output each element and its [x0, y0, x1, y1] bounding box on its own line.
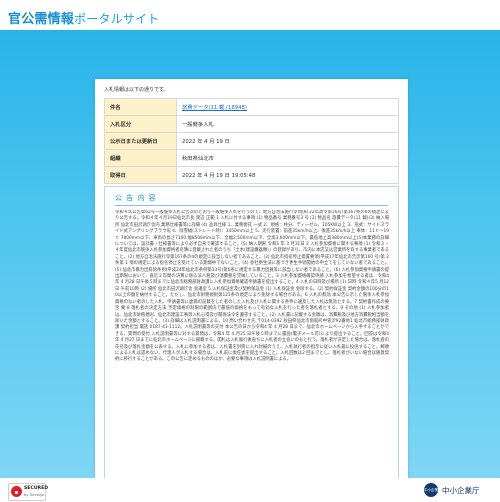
table-row: 取得日 2022 年 4 月 19 日 19:05:48: [104, 166, 399, 184]
agency-logo-icon[interactable]: 中小企業庁: [424, 483, 438, 497]
site-title-sub: ポータルサイト: [74, 12, 160, 26]
table-row: 件名 旅費データ(11 載 (18948): [104, 98, 399, 116]
agency-name[interactable]: 中小企業庁: [442, 485, 480, 496]
hero-background: 入札情報は以下の通りです。 件名 旅費データ(11 載 (18948) 入札区分…: [0, 30, 500, 499]
row-value-category: 一般競争入札: [176, 115, 399, 133]
row-label-date: 公示日または更新日: [104, 132, 177, 150]
header-bar: 官公需情報ポータルサイト: [0, 0, 500, 30]
site-title-main: 官公需情報: [8, 12, 75, 27]
lock-icon: [11, 486, 22, 497]
table-row: 組織 秋田県仙北市: [104, 149, 399, 167]
row-value-organization: 秋田県仙北市: [176, 149, 399, 167]
row-label-retrieved: 取得日: [104, 166, 177, 184]
ssl-seal-line1: SECURED: [24, 486, 49, 491]
bid-detail-panel: 入札情報は以下の通りです。 件名 旅費データ(11 載 (18948) 入札区分…: [95, 79, 408, 499]
row-value-retrieved: 2022 年 4 月 19 日 19:05:48: [176, 166, 399, 184]
ssl-seal[interactable]: SECURED by Sectigo: [8, 483, 49, 501]
row-value-date: 2022 年 4 月 19 日: [176, 132, 399, 150]
intro-text: 入札情報は以下の通りです。: [104, 87, 169, 93]
notice-divider: [115, 205, 388, 206]
bid-title-link[interactable]: 旅費データ(11 載 (18948): [182, 105, 247, 111]
row-label-category: 入札区分: [104, 115, 177, 133]
table-row: 公示日または更新日 2022 年 4 月 19 日: [104, 132, 399, 150]
bid-info-table: 件名 旅費データ(11 載 (18948) 入札区分 一般競争入札 公示日または…: [104, 98, 399, 184]
row-value-title: 旅費データ(11 載 (18948): [176, 98, 399, 116]
row-label-title: 件名: [104, 98, 177, 116]
site-title[interactable]: 官公需情報ポータルサイト: [8, 8, 159, 27]
footer-bar: SECURED by Sectigo 中小企業庁 中小企業庁: [0, 478, 500, 502]
notice-body-text: 令和４年公告第62号一般競争入札公告次のとおり一般競争入札を行うので、地方自治法…: [115, 210, 389, 363]
notice-box: 公 告 内 容 令和４年公告第62号一般競争入札公告次のとおり一般競争入札を行う…: [104, 186, 399, 493]
row-label-organization: 組織: [104, 149, 177, 167]
ssl-seal-line2: by Sectigo: [24, 492, 44, 497]
table-row: 入札区分 一般競争入札: [104, 115, 399, 133]
notice-title: 公 告 内 容: [115, 194, 157, 202]
